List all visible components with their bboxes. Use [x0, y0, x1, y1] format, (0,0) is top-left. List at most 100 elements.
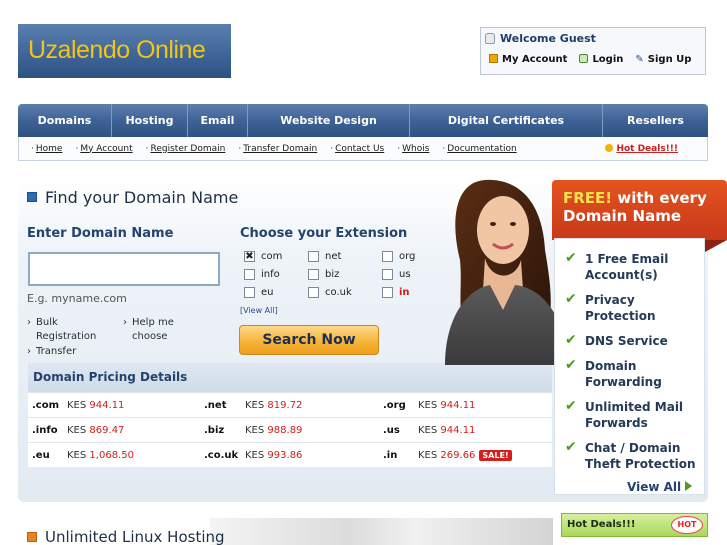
feature-free-email: 1 Free Email Account(s) [585, 252, 669, 282]
linux-hosting-title: Unlimited Linux Hosting [27, 528, 225, 545]
sub-nav: Home My Account Register Domain Transfer… [18, 137, 708, 161]
pencil-icon: ✎ [635, 54, 644, 65]
ext-label-co-uk: co.uk [325, 287, 352, 298]
price-cell: KES 819.72 [245, 399, 303, 411]
subnav-documentation[interactable]: Documentation [442, 144, 516, 154]
subnav-transfer-domain[interactable]: Transfer Domain [238, 144, 317, 154]
tld-cell: .org [383, 399, 406, 411]
check-icon: ✔ [565, 291, 577, 307]
tld-cell: .eu [32, 449, 50, 461]
features-list: ✔ 1 Free Email Account(s) ✔ Privacy Protec… [554, 238, 705, 495]
price-cell: KES 1,068.50 [67, 449, 134, 461]
feature-privacy: Privacy Protection [585, 293, 656, 323]
nav-tab-website-design[interactable]: Website Design [248, 104, 410, 137]
nav-tab-email[interactable]: Email [188, 104, 248, 137]
login-link[interactable]: Login [579, 54, 623, 65]
hot-badge: HOT [671, 516, 703, 534]
main-nav: Domains Hosting Email Website Design Dig… [18, 104, 708, 137]
nav-tab-resellers[interactable]: Resellers [603, 104, 708, 137]
check-icon: ✔ [565, 332, 577, 348]
checkbox-us[interactable] [382, 269, 393, 280]
site-logo[interactable]: Uzalendo Online [18, 24, 231, 78]
price-cell: KES 988.89 [245, 424, 303, 436]
transfer-link[interactable]: Transfer [27, 345, 76, 359]
check-icon: ✔ [565, 398, 577, 414]
sign-up-link[interactable]: ✎ Sign Up [635, 54, 691, 65]
enter-domain-label: Enter Domain Name [27, 226, 174, 241]
search-now-button[interactable]: Search Now [239, 325, 379, 355]
subnav-contact-us[interactable]: Contact Us [330, 144, 384, 154]
welcome-title: Welcome Guest [485, 32, 596, 45]
banner-fold [705, 240, 727, 252]
checkbox-eu[interactable] [244, 287, 255, 298]
check-icon: ✔ [565, 357, 577, 373]
promo-woman-image [415, 170, 575, 365]
tld-cell: .info [32, 424, 58, 436]
hot-deals-title: Hot Deals!!! [567, 519, 636, 530]
subnav-register-domain[interactable]: Register Domain [146, 144, 226, 154]
tld-cell: .us [383, 424, 400, 436]
help-me-choose-link[interactable]: Help mechoose [123, 316, 174, 344]
checkbox-net[interactable] [308, 251, 319, 262]
price-cell: KES 869.47 [67, 424, 125, 436]
choose-extension-label: Choose your Extension [240, 226, 408, 241]
checkbox-org[interactable] [382, 251, 393, 262]
bulk-registration-link[interactable]: BulkRegistration [27, 316, 96, 344]
feature-mail-forwards: Unlimited Mail Forwards [585, 400, 684, 430]
user-icon [485, 33, 495, 44]
sale-badge: SALE! [479, 449, 512, 461]
ext-label-biz: biz [325, 269, 340, 280]
tld-cell: .co.uk [204, 449, 239, 461]
checkbox-info[interactable] [244, 269, 255, 280]
ext-label-in: in [399, 287, 410, 298]
feature-dns: DNS Service [585, 334, 668, 348]
tld-cell: .net [204, 399, 227, 411]
nav-tab-digital-certificates[interactable]: Digital Certificates [410, 104, 603, 137]
price-cell: KES 993.86 [245, 449, 303, 461]
price-cell: KES 944.11 [418, 399, 476, 411]
hot-deals-panel[interactable]: Hot Deals!!! HOT [561, 513, 708, 537]
check-icon: ✔ [565, 439, 577, 455]
check-icon: ✔ [565, 250, 577, 266]
welcome-text: Welcome Guest [500, 32, 596, 45]
bullet-icon [27, 192, 37, 202]
feature-chat-theft: Chat / Domain Theft Protection [585, 441, 696, 471]
free-promo-banner: FREE! with every Domain Name [552, 180, 727, 240]
checkbox-co-uk[interactable] [308, 287, 319, 298]
lock-icon [579, 54, 589, 63]
subnav-home[interactable]: Home [31, 144, 63, 154]
view-all-features-link[interactable]: View All [627, 480, 693, 494]
checkbox-in[interactable] [382, 287, 393, 298]
welcome-box: Welcome Guest My Account Login ✎ Sign Up [480, 27, 706, 75]
logo-text: Uzalendo Online [28, 36, 206, 64]
table-row: .com KES 944.11 .net KES 819.72 .org KES… [28, 392, 552, 417]
checkbox-biz[interactable] [308, 269, 319, 280]
subnav-whois[interactable]: Whois [397, 144, 429, 154]
feature-forwarding: Domain Forwarding [585, 359, 662, 389]
ext-label-us: us [399, 269, 411, 280]
nav-tab-domains[interactable]: Domains [18, 104, 112, 137]
tld-cell: .in [383, 449, 398, 461]
ext-label-info: info [261, 269, 280, 280]
account-icon [489, 54, 498, 63]
hot-deals-link[interactable]: Hot Deals!!! [605, 143, 678, 154]
arrow-right-icon [685, 481, 693, 491]
subnav-my-account[interactable]: My Account [75, 144, 132, 154]
checkbox-com[interactable]: ✖ [244, 251, 255, 262]
view-all-extensions-link[interactable]: [View All] [240, 306, 278, 315]
table-row: .eu KES 1,068.50 .co.uk KES 993.86 .in K… [28, 442, 552, 467]
my-account-link[interactable]: My Account [489, 54, 567, 65]
account-links: My Account Login ✎ Sign Up [489, 54, 691, 65]
ext-label-eu: eu [261, 287, 274, 298]
tld-cell: .biz [204, 424, 225, 436]
table-row: .info KES 869.47 .biz KES 988.89 .us KES… [28, 417, 552, 442]
bullet-icon [27, 532, 37, 542]
ext-label-com: com [261, 251, 283, 262]
nav-tab-hosting[interactable]: Hosting [112, 104, 188, 137]
pricing-table: Domain Pricing Details .com KES 944.11 .… [28, 363, 552, 467]
example-hint: E.g. myname.com [27, 292, 127, 305]
pricing-title: Domain Pricing Details [28, 363, 552, 392]
ext-label-net: net [325, 251, 342, 262]
domain-search-input[interactable] [28, 252, 220, 286]
free-line-1: FREE! with every [563, 189, 707, 207]
